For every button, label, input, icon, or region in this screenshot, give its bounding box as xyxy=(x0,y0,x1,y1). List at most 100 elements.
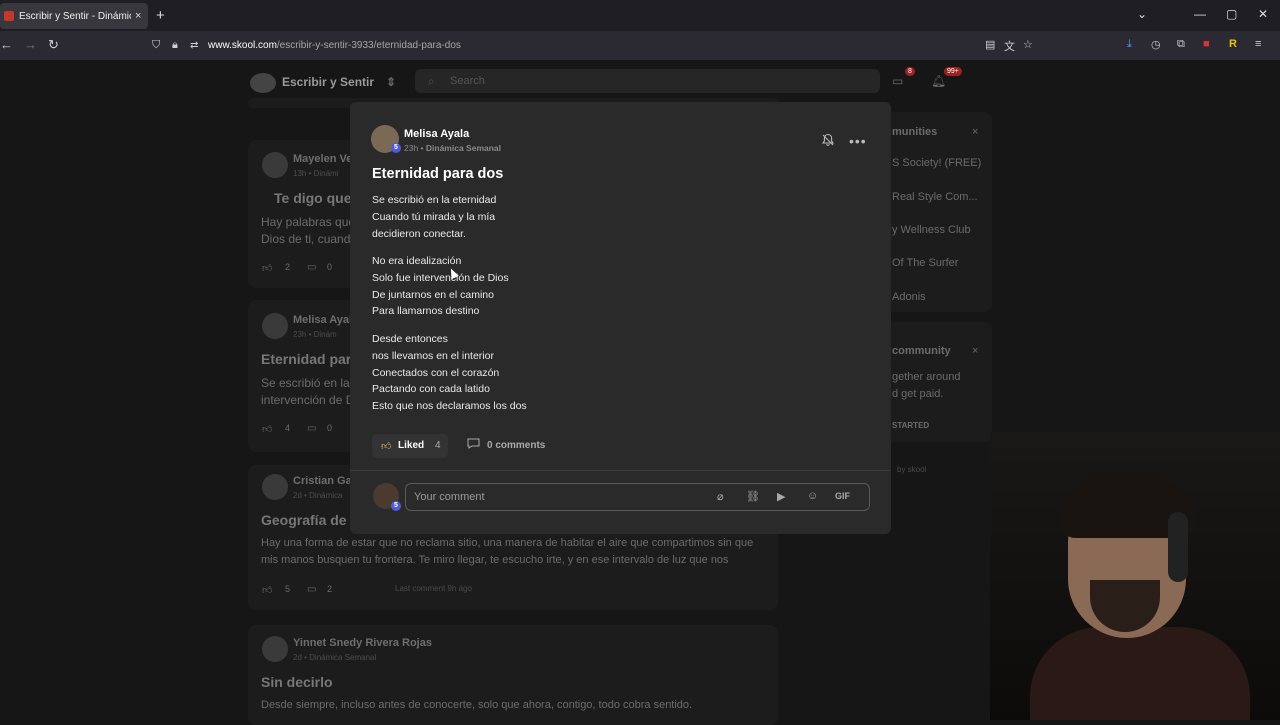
comment-icon[interactable] xyxy=(467,438,480,449)
post-excerpt: Desde siempre, incluso antes de conocert… xyxy=(261,699,693,711)
like-icon[interactable]: 👍︎ xyxy=(262,584,272,596)
avatar xyxy=(262,313,288,339)
create-community-title: community xyxy=(892,345,951,357)
tab-list-icon[interactable]: ⌄ xyxy=(1137,7,1147,21)
emoji-icon[interactable]: ☺ xyxy=(807,490,818,502)
maximize-icon[interactable]: ▢ xyxy=(1226,7,1237,21)
community-logo[interactable] xyxy=(250,73,276,93)
post-excerpt: Se escribió en la e xyxy=(261,376,360,390)
divider xyxy=(350,470,891,471)
new-tab-button[interactable]: + xyxy=(156,7,165,24)
post-excerpt: Dios de ti, cuando xyxy=(261,232,358,246)
permissions-icon[interactable]: ⇄ xyxy=(190,40,198,51)
extension-red-icon[interactable]: ■ xyxy=(1203,38,1210,50)
chat-icon[interactable]: ▭ xyxy=(892,74,903,88)
notify-bell-icon[interactable] xyxy=(821,133,835,147)
poem-line: nos llevamos en el interior xyxy=(372,349,494,362)
community-switch-icon[interactable]: ⇕ xyxy=(386,75,396,89)
like-icon[interactable]: 👍︎ xyxy=(262,423,272,435)
post-title: Te digo que xyxy=(274,190,352,206)
notification-badge: 99+ xyxy=(944,67,962,76)
more-options-icon[interactable]: ••• xyxy=(849,133,867,149)
level-badge: 5 xyxy=(391,501,401,511)
extensions-puzzle-icon[interactable]: ⧉ xyxy=(1177,38,1185,51)
reader-view-icon[interactable]: ▤ xyxy=(985,38,995,51)
avatar xyxy=(262,636,288,662)
gif-button[interactable]: GIF xyxy=(835,491,850,501)
community-link[interactable]: Adonis xyxy=(892,291,926,303)
post-meta: 2d • Dinámica Semanal xyxy=(293,653,377,662)
extension-r-icon[interactable]: R xyxy=(1229,38,1237,50)
post-title: Geografía de lo xyxy=(261,512,363,528)
post-author: Cristian Gar xyxy=(293,475,356,487)
comment-icon[interactable]: ▭ xyxy=(307,584,316,595)
close-window-icon[interactable]: ✕ xyxy=(1258,7,1268,21)
post-title: Eternidad para xyxy=(261,351,360,367)
comment-count: 2 xyxy=(327,584,333,594)
like-count: 4 xyxy=(285,423,291,433)
like-count[interactable]: 4 xyxy=(435,440,441,451)
community-name[interactable]: Escribir y Sentir xyxy=(282,75,374,89)
like-icon[interactable]: 👍︎ xyxy=(262,262,272,274)
comment-input[interactable] xyxy=(414,490,704,504)
create-community-text: d get paid. xyxy=(892,388,944,400)
create-community-text: gether around xyxy=(892,371,961,383)
poem-line: No era idealización xyxy=(372,255,462,267)
community-link[interactable]: S Society! (FREE) xyxy=(892,157,981,169)
chat-badge: 8 xyxy=(905,67,915,76)
lock-icon[interactable]: 🔒︎ xyxy=(172,39,178,52)
post-meta: 2d • Dinámica xyxy=(293,491,343,500)
avatar xyxy=(262,152,288,178)
poem-line: Se escribió en la eternidad xyxy=(372,194,497,206)
community-link[interactable]: Real Style Com... xyxy=(892,191,978,203)
post-title: Sin decirlo xyxy=(261,674,333,690)
post-excerpt: Hay una forma de estar que no reclama si… xyxy=(261,537,754,549)
last-comment: Last comment 9h ago xyxy=(395,584,472,593)
post-category[interactable]: Dinámica Semanal xyxy=(426,143,501,153)
close-panel-icon[interactable]: × xyxy=(972,345,978,357)
post-excerpt: Hay palabras que xyxy=(261,215,356,229)
community-link[interactable]: Of The Surfer xyxy=(892,257,958,269)
back-icon[interactable]: ← xyxy=(0,37,13,52)
link-icon[interactable]: ⛓ xyxy=(746,490,760,503)
tab-close-icon[interactable]: × xyxy=(135,10,141,22)
reload-icon[interactable]: ↻ xyxy=(48,37,59,53)
extension-clock-icon[interactable]: ◷ xyxy=(1151,38,1161,51)
translate-icon[interactable]: 文 xyxy=(1004,38,1015,54)
menu-icon[interactable]: ≡ xyxy=(1255,38,1261,50)
poem-stanza: No era idealización Solo fue intervenció… xyxy=(372,253,509,320)
community-link[interactable]: y Wellness Club xyxy=(892,224,971,236)
skool-favicon-icon xyxy=(4,11,14,21)
thumbs-up-icon: 👍︎ xyxy=(381,441,392,452)
notification-icon[interactable]: 🔔︎ xyxy=(931,74,946,88)
search-placeholder: Search xyxy=(450,75,485,87)
comments-count[interactable]: 0 comments xyxy=(487,440,545,451)
poem-stanza: Desde entonces nos llevamos en el interi… xyxy=(372,331,527,415)
get-started-button[interactable]: STARTED xyxy=(892,421,929,430)
forward-icon[interactable]: → xyxy=(24,37,37,52)
video-icon[interactable]: ▶ xyxy=(777,490,785,503)
poem-line: Para llamarnos destino xyxy=(372,305,480,318)
communities-title: munities xyxy=(892,126,938,138)
browser-tab[interactable]: Escribir y Sentir - Dinámica Semanal × xyxy=(0,3,148,29)
comment-icon[interactable]: ▭ xyxy=(307,423,316,434)
minimize-icon[interactable]: — xyxy=(1194,7,1206,21)
post-time: 23h xyxy=(404,143,419,153)
liked-label: Liked xyxy=(398,440,425,451)
poem-line: Esto que nos declaramos los dos xyxy=(372,400,527,413)
powered-by-skool: by skool xyxy=(897,465,927,474)
avatar xyxy=(262,474,288,500)
bookmark-star-icon[interactable]: ☆ xyxy=(1023,38,1033,51)
attach-icon[interactable]: ⌀ xyxy=(717,490,724,503)
post-author[interactable]: Melisa Ayala xyxy=(404,128,469,140)
shield-icon[interactable]: ⛉ xyxy=(152,39,160,52)
download-icon[interactable]: ⤓ xyxy=(1127,38,1132,51)
poem-stanza: Se escribió en la eternidad Cuando tú mi… xyxy=(372,192,496,242)
close-panel-icon[interactable]: × xyxy=(972,126,978,138)
post-author: Mayelen Ve xyxy=(293,153,353,165)
tab-title: Escribir y Sentir - Dinámica Semanal xyxy=(19,10,131,22)
address-bar[interactable]: www.skool.com/escribir-y-sentir-3933/ete… xyxy=(208,40,461,51)
comment-icon[interactable]: ▭ xyxy=(307,262,316,273)
like-count: 2 xyxy=(285,262,291,272)
search-icon: ⌕ xyxy=(428,74,435,88)
